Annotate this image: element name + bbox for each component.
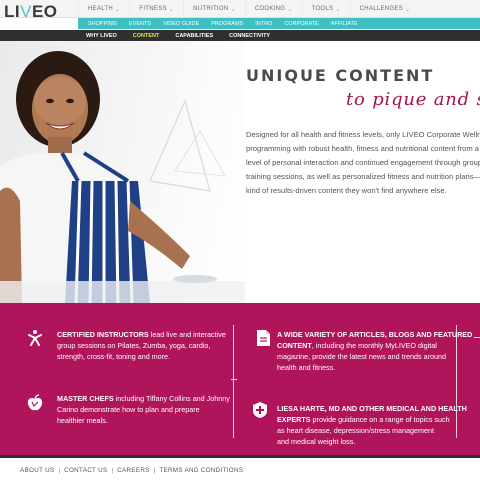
subnav-affiliate[interactable]: AFFILIATE	[325, 21, 364, 27]
logo-text-end: EO	[31, 2, 58, 21]
feature-title: A WIDE VARIETY OF ARTICLES, BLOGS AND FE…	[277, 330, 473, 339]
subnav-intro[interactable]: INTRO	[249, 21, 278, 27]
apple-icon	[27, 394, 43, 411]
chevron-down-icon: ⌄	[168, 6, 175, 13]
chevron-down-icon: ⌄	[115, 6, 121, 13]
feature-title: CONTENT	[277, 341, 312, 350]
footer-links: ABOUT US | CONTACT US | CAREERS | TERMS …	[20, 467, 243, 474]
feature-divider	[233, 325, 234, 438]
tab-why-liveo[interactable]: WHY LIVEO	[78, 33, 125, 39]
intro-line: Designed for all health and fitness leve…	[246, 130, 480, 139]
feature-text: as heart disease, depression/stress mana…	[277, 426, 435, 435]
nav-label: HEALTH	[88, 6, 114, 12]
medical-badge-icon	[253, 402, 267, 418]
tab-content[interactable]: CONTENT	[125, 33, 168, 39]
intro-line: programming with robust health, fitness …	[246, 144, 479, 153]
features-band: CERTIFIED INSTRUCTORS lead live and inte…	[0, 303, 480, 455]
hero-section: UNIQUE CONTENT to pique and s Designed f…	[0, 41, 480, 303]
footer-separator: |	[153, 467, 156, 474]
page: LIVEO HEALTH ⌄ FITNESS ⌄ NUTRITION ⌄ COOKIN…	[0, 0, 480, 480]
nav-item-nutrition[interactable]: NUTRITION ⌄	[183, 0, 245, 18]
footer-link-careers[interactable]: CAREERS	[117, 467, 150, 474]
feature-experts: LIESA HARTE, MD AND OTHER MEDICAL AND HE…	[277, 403, 467, 447]
chef-illustration	[0, 51, 245, 303]
subnav-corporate[interactable]: CORPORATE	[278, 21, 324, 27]
feature-title: LIESA HARTE, MD AND OTHER MEDICAL AND HE…	[277, 404, 467, 413]
feature-chefs-text: MASTER CHEFS including Tiffany Collins a…	[57, 393, 230, 426]
subnav-events[interactable]: EVENTS	[123, 21, 157, 27]
corporate-tabs: WHY LIVEO CONTENT CAPABILITIES CONNECTIV…	[0, 30, 480, 41]
nav-label: NUTRITION	[193, 6, 229, 12]
nav-item-tools[interactable]: TOOLS ⌄	[301, 0, 350, 18]
tab-capabilities[interactable]: CAPABILITIES	[167, 33, 221, 39]
secondary-nav: SHOPPING EVENTS VIDEO GUIDE PROGRAMS INT…	[78, 18, 480, 29]
feature-text: and medical weight loss.	[277, 437, 356, 446]
chef-photo	[0, 41, 245, 303]
liveo-logo[interactable]: LIVEO	[4, 2, 58, 22]
subnav-video-guide[interactable]: VIDEO GUIDE	[157, 21, 205, 27]
feature-text: lead live and interactive	[148, 330, 226, 339]
tab-connectivity[interactable]: CONNECTIVITY	[221, 33, 278, 39]
logo-v-mark: V	[20, 2, 32, 21]
hero-heading: UNIQUE CONTENT	[246, 66, 435, 85]
logo-text-start: LI	[4, 2, 21, 21]
feature-text: healthier meals.	[57, 416, 108, 425]
article-document-icon	[257, 330, 270, 346]
nav-item-fitness[interactable]: FITNESS ⌄	[129, 0, 183, 18]
chevron-down-icon: ⌄	[287, 6, 293, 13]
site-footer: ABOUT US | CONTACT US | CAREERS | TERMS …	[0, 455, 480, 480]
hero-intro: Designed for all health and fitness leve…	[246, 128, 480, 198]
feature-title: MASTER CHEFS	[57, 394, 114, 403]
feature-text: strength, cross-fit, toning and more.	[57, 352, 171, 361]
divider-tick	[474, 337, 480, 338]
feature-title: EXPERTS	[277, 415, 311, 424]
hero-subheading: to pique and s	[346, 89, 480, 110]
feature-text: including Tiffany Collins and Johnny	[113, 394, 230, 403]
nav-label: FITNESS	[139, 6, 167, 12]
chevron-down-icon: ⌄	[230, 6, 236, 13]
intro-line: level of personal interaction and contin…	[246, 158, 480, 167]
footer-link-about-us[interactable]: ABOUT US	[20, 467, 54, 474]
nav-item-health[interactable]: HEALTH ⌄	[78, 0, 129, 18]
feature-text: provide guidance on a range of topics su…	[310, 415, 450, 424]
footer-link-terms[interactable]: TERMS AND CONDITIONS	[159, 467, 243, 474]
chevron-down-icon: ⌄	[405, 6, 411, 13]
subnav-programs[interactable]: PROGRAMS	[205, 21, 249, 27]
footer-link-contact-us[interactable]: CONTACT US	[64, 467, 107, 474]
feature-chefs	[26, 395, 28, 406]
feature-instructors: CERTIFIED INSTRUCTORS lead live and inte…	[57, 329, 226, 362]
nav-item-cooking[interactable]: COOKING ⌄	[244, 0, 302, 18]
nav-label: TOOLS	[311, 6, 334, 12]
feature-title: CERTIFIED INSTRUCTORS	[57, 330, 149, 339]
footer-separator: |	[58, 467, 61, 474]
feature-text: group sessions on Pilates, Zumba, yoga, …	[57, 341, 211, 350]
main-nav: HEALTH ⌄ FITNESS ⌄ NUTRITION ⌄ COOKING ⌄ TOO…	[78, 0, 419, 18]
nav-label: COOKING	[254, 6, 286, 12]
feature-text: magazine, provide the latest news and tr…	[277, 352, 447, 361]
footer-separator: |	[111, 467, 114, 474]
intro-line: kind of results-driven content they won'…	[246, 186, 447, 195]
feature-text: health and fitness.	[277, 363, 336, 372]
subnav-shopping[interactable]: SHOPPING	[82, 21, 123, 27]
fitness-figure-icon	[28, 330, 42, 346]
divider-tick	[231, 379, 237, 380]
intro-line: training sessions, as well as personaliz…	[246, 172, 480, 181]
nav-item-challenges[interactable]: CHALLENGES ⌄	[349, 0, 420, 18]
chevron-down-icon: ⌄	[335, 6, 341, 13]
feature-text: Carino demonstrate how to plan and prepa…	[57, 405, 200, 414]
feature-articles: A WIDE VARIETY OF ARTICLES, BLOGS AND FE…	[277, 329, 472, 373]
nav-label: CHALLENGES	[359, 6, 404, 12]
feature-text: , including the monthly MyLIVEO digital	[311, 341, 437, 350]
site-header: LIVEO HEALTH ⌄ FITNESS ⌄ NUTRITION ⌄ COOKIN…	[0, 0, 480, 21]
